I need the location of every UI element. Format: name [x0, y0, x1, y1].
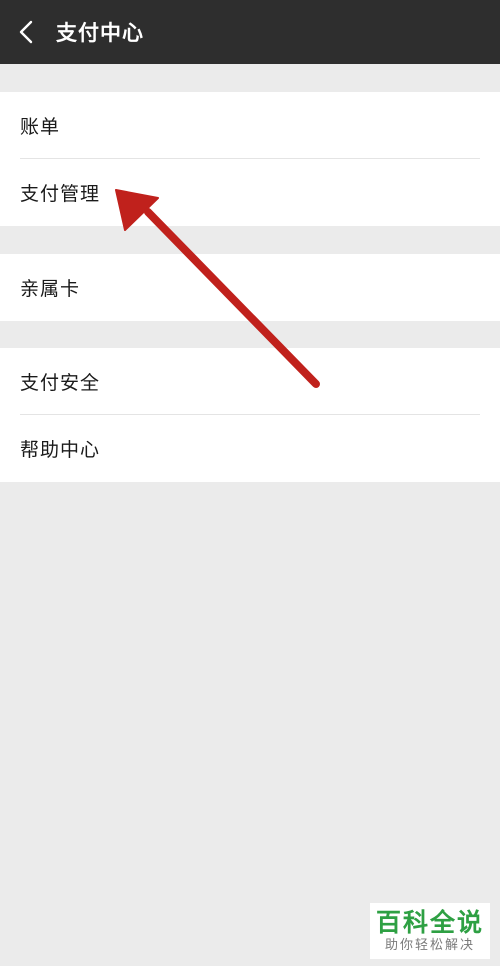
watermark-title: 百科全说	[375, 908, 484, 937]
menu-item-label: 账单	[20, 116, 61, 138]
menu-item-label: 帮助中心	[20, 439, 101, 461]
menu-item-bill[interactable]: 账单	[0, 92, 500, 159]
watermark-logo: 百科全说 助你轻松解决	[370, 903, 490, 959]
menu-item-label: 支付安全	[20, 372, 101, 394]
menu-item-payment-security[interactable]: 支付安全	[0, 348, 500, 415]
menu-group-billing: 账单 支付管理	[0, 92, 500, 226]
menu-item-label: 亲属卡	[20, 278, 81, 300]
title-bar: 支付中心	[0, 0, 500, 64]
menu-item-family-card[interactable]: 亲属卡	[0, 254, 500, 321]
menu-group-security: 支付安全 帮助中心	[0, 348, 500, 482]
chevron-left-icon	[19, 20, 33, 44]
menu-item-label: 支付管理	[20, 183, 101, 205]
page-title: 支付中心	[56, 21, 144, 45]
watermark-subtitle: 助你轻松解决	[384, 938, 475, 953]
menu-group-family-card: 亲属卡	[0, 254, 500, 321]
menu-item-payment-management[interactable]: 支付管理	[0, 159, 500, 226]
menu-item-help-center[interactable]: 帮助中心	[0, 415, 500, 482]
back-button[interactable]	[0, 0, 52, 64]
